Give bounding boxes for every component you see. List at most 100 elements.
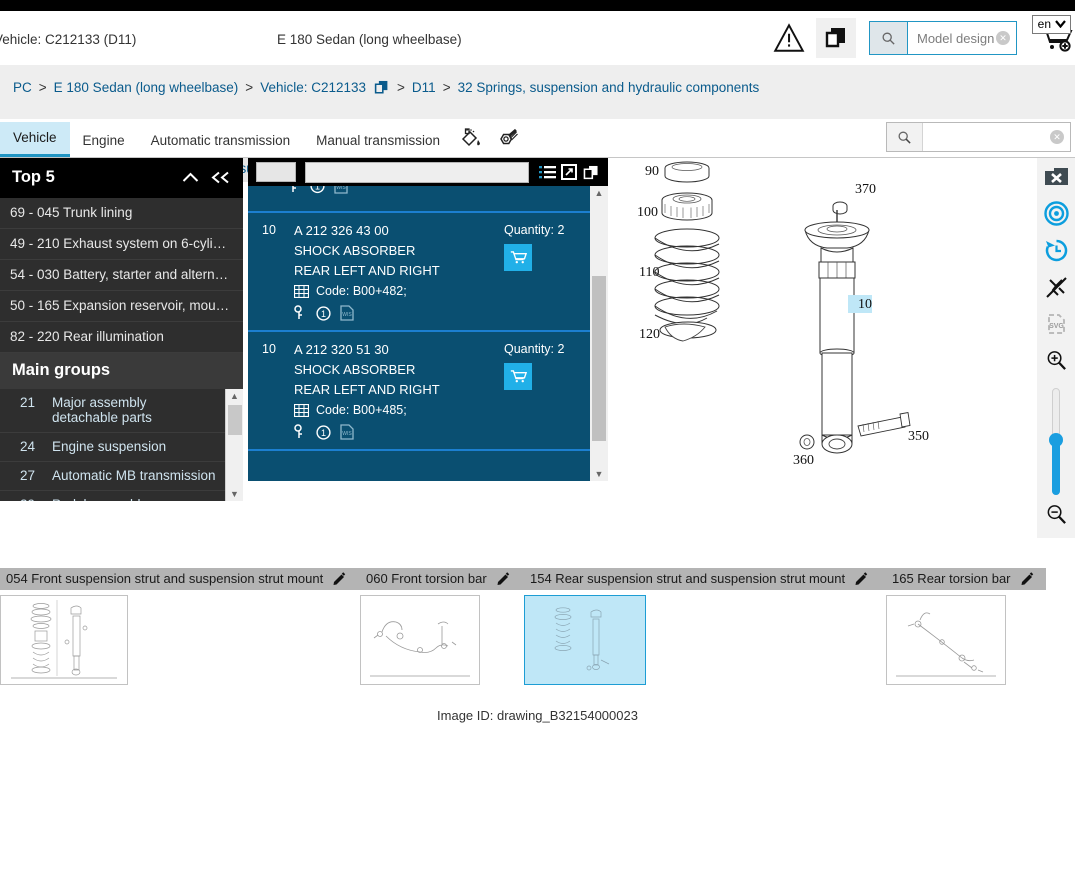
- vehicle-model-label: E 180 Sedan (long wheelbase): [277, 32, 462, 47]
- copy-pages-icon[interactable]: [816, 18, 856, 58]
- edit-icon[interactable]: [332, 571, 347, 586]
- breadcrumb-separator: >: [245, 80, 254, 95]
- model-design-search[interactable]: Model design ✕: [869, 21, 1017, 55]
- chevron-up-icon[interactable]: [182, 172, 199, 183]
- callout-360: 360: [793, 453, 814, 468]
- header-icon-group: Model design ✕ en: [772, 11, 1075, 65]
- svg-text:1: 1: [315, 186, 320, 192]
- breadcrumb-bar: PC > E 180 Sedan (long wheelbase) > Vehi…: [0, 65, 1075, 182]
- search-icon: [887, 123, 923, 151]
- top5-item-2[interactable]: 54 - 030 Battery, starter and alternator…: [0, 260, 243, 291]
- thumbnail-label-row: 165 Rear torsion bar: [886, 568, 1046, 590]
- top5-item-0[interactable]: 69 - 045 Trunk lining: [0, 198, 243, 229]
- zoom-out-icon[interactable]: [1045, 503, 1068, 526]
- main-group-item-24[interactable]: 24 Engine suspension: [0, 433, 243, 462]
- zoom-slider-knob[interactable]: [1049, 433, 1063, 447]
- tab-search-box[interactable]: ✕: [886, 122, 1071, 152]
- key-icon[interactable]: [294, 305, 307, 321]
- main-groups-scrollbar[interactable]: ▲ ▼: [225, 389, 243, 501]
- scroll-down-arrow-icon[interactable]: ▼: [230, 487, 239, 501]
- parts-row[interactable]: 10 A 212 320 51 30 SHOCK ABSORBER REAR L…: [248, 332, 608, 451]
- parts-search-input[interactable]: [305, 161, 529, 183]
- add-to-cart-button[interactable]: [504, 363, 532, 390]
- thumbnail-image[interactable]: [360, 595, 480, 685]
- scrollbar-thumb[interactable]: [228, 405, 242, 435]
- thumbnail-060[interactable]: 060 Front torsion bar: [360, 568, 524, 685]
- warning-triangle-icon[interactable]: [772, 21, 806, 55]
- parts-filter-box[interactable]: [256, 162, 296, 182]
- parts-row-partial[interactable]: 1 WIS: [248, 186, 608, 213]
- note-number-icon[interactable]: 1: [316, 305, 331, 321]
- breadcrumb-item-group[interactable]: 32 Springs, suspension and hydraulic com…: [458, 80, 760, 95]
- top5-item-3[interactable]: 50 - 165 Expansion reservoir, mount a...: [0, 291, 243, 322]
- key-icon: [292, 186, 296, 192]
- wis-document-icon[interactable]: WIS: [340, 424, 354, 440]
- main-group-item-21[interactable]: 21 Major assembly detachable parts: [0, 389, 243, 433]
- top5-item-4[interactable]: 82 - 220 Rear illumination: [0, 322, 243, 353]
- scroll-up-arrow-icon[interactable]: ▲: [230, 389, 239, 403]
- note-number-icon[interactable]: 1: [316, 424, 331, 440]
- chevron-down-icon: [1055, 20, 1066, 28]
- thumbnail-165[interactable]: 165 Rear torsion bar: [886, 568, 1046, 685]
- unpin-icon[interactable]: [1044, 275, 1069, 300]
- part-quantity: Quantity: 2: [504, 342, 565, 356]
- part-name: SHOCK ABSORBER: [294, 362, 416, 377]
- thumbnail-image[interactable]: [0, 595, 128, 685]
- clear-x-icon[interactable]: ✕: [996, 31, 1010, 45]
- thumbnail-label: 165 Rear torsion bar: [892, 571, 1011, 586]
- main-group-item-29[interactable]: 29 Pedal assembly: [0, 491, 243, 501]
- list-view-icon[interactable]: [539, 165, 556, 180]
- thumbnail-image[interactable]: [886, 595, 1006, 685]
- thumbnail-054[interactable]: 054 Front suspension strut and suspensio…: [0, 568, 360, 685]
- breadcrumb-item-model[interactable]: E 180 Sedan (long wheelbase): [54, 80, 239, 95]
- svg-export-icon[interactable]: SVG: [1044, 312, 1069, 337]
- tab-bar: Vehicle Engine Automatic transmission Ma…: [0, 119, 1075, 158]
- copy-pages-icon[interactable]: [582, 164, 600, 181]
- edit-icon[interactable]: [1020, 571, 1035, 586]
- thumbnail-label-row: 060 Front torsion bar: [360, 568, 524, 590]
- main-group-item-27[interactable]: 27 Automatic MB transmission: [0, 462, 243, 491]
- bolt-screw-icon[interactable]: [489, 123, 525, 157]
- parts-scrollbar[interactable]: ▲ ▼: [590, 186, 608, 481]
- breadcrumb-item-vehicle[interactable]: Vehicle: C212133: [260, 80, 366, 95]
- tab-search-input[interactable]: ✕: [923, 123, 1070, 151]
- thumbnail-label: 054 Front suspension strut and suspensio…: [6, 571, 324, 586]
- key-icon[interactable]: [294, 424, 307, 440]
- scroll-up-arrow-icon[interactable]: ▲: [590, 186, 608, 198]
- edit-icon[interactable]: [854, 571, 869, 586]
- copy-pages-icon[interactable]: [373, 79, 390, 96]
- zoom-slider[interactable]: [1049, 388, 1063, 495]
- edit-icon[interactable]: [496, 571, 511, 586]
- reset-history-icon[interactable]: [1044, 238, 1069, 263]
- tab-engine[interactable]: Engine: [70, 125, 138, 157]
- main-group-label: Automatic MB transmission: [52, 468, 216, 483]
- language-selector[interactable]: en: [1031, 15, 1071, 34]
- breadcrumb-item-pc[interactable]: PC: [13, 80, 32, 95]
- parts-row[interactable]: 10 A 212 326 43 00 SHOCK ABSORBER REAR L…: [248, 213, 608, 332]
- wis-document-icon[interactable]: WIS: [340, 305, 354, 321]
- add-to-cart-button[interactable]: [504, 244, 532, 271]
- tab-manual-transmission[interactable]: Manual transmission: [303, 125, 453, 157]
- scrollbar-thumb[interactable]: [592, 276, 606, 441]
- zoom-in-icon[interactable]: [1045, 349, 1068, 372]
- model-design-input[interactable]: Model design ✕: [908, 22, 1016, 54]
- left-sidebar: Top 5 69 - 045 Trunk lining 49 - 210 Exh…: [0, 158, 243, 501]
- expand-icon[interactable]: [561, 164, 577, 180]
- technical-drawing[interactable]: 90 100 110 120 370 10 350 360: [615, 158, 1037, 538]
- tab-automatic-transmission[interactable]: Automatic transmission: [138, 125, 304, 157]
- paint-fill-icon[interactable]: [453, 123, 489, 157]
- thumbnail-label-row: 054 Front suspension strut and suspensio…: [0, 568, 360, 590]
- double-chevron-left-icon[interactable]: [211, 171, 231, 184]
- breadcrumb-separator: >: [442, 80, 451, 95]
- target-focus-icon[interactable]: [1043, 201, 1069, 226]
- cart-icon: [510, 251, 527, 264]
- top5-item-1[interactable]: 49 - 210 Exhaust system on 6-cylinder ..…: [0, 229, 243, 260]
- thumbnail-154[interactable]: 154 Rear suspension strut and suspension…: [524, 568, 886, 685]
- tab-vehicle[interactable]: Vehicle: [0, 122, 70, 157]
- thumbnail-image-selected[interactable]: [524, 595, 646, 685]
- callout-350: 350: [908, 429, 929, 444]
- close-panel-icon[interactable]: [1043, 165, 1069, 189]
- breadcrumb-item-d11[interactable]: D11: [412, 80, 436, 95]
- clear-x-icon[interactable]: ✕: [1050, 130, 1064, 144]
- scroll-down-arrow-icon[interactable]: ▼: [590, 469, 608, 479]
